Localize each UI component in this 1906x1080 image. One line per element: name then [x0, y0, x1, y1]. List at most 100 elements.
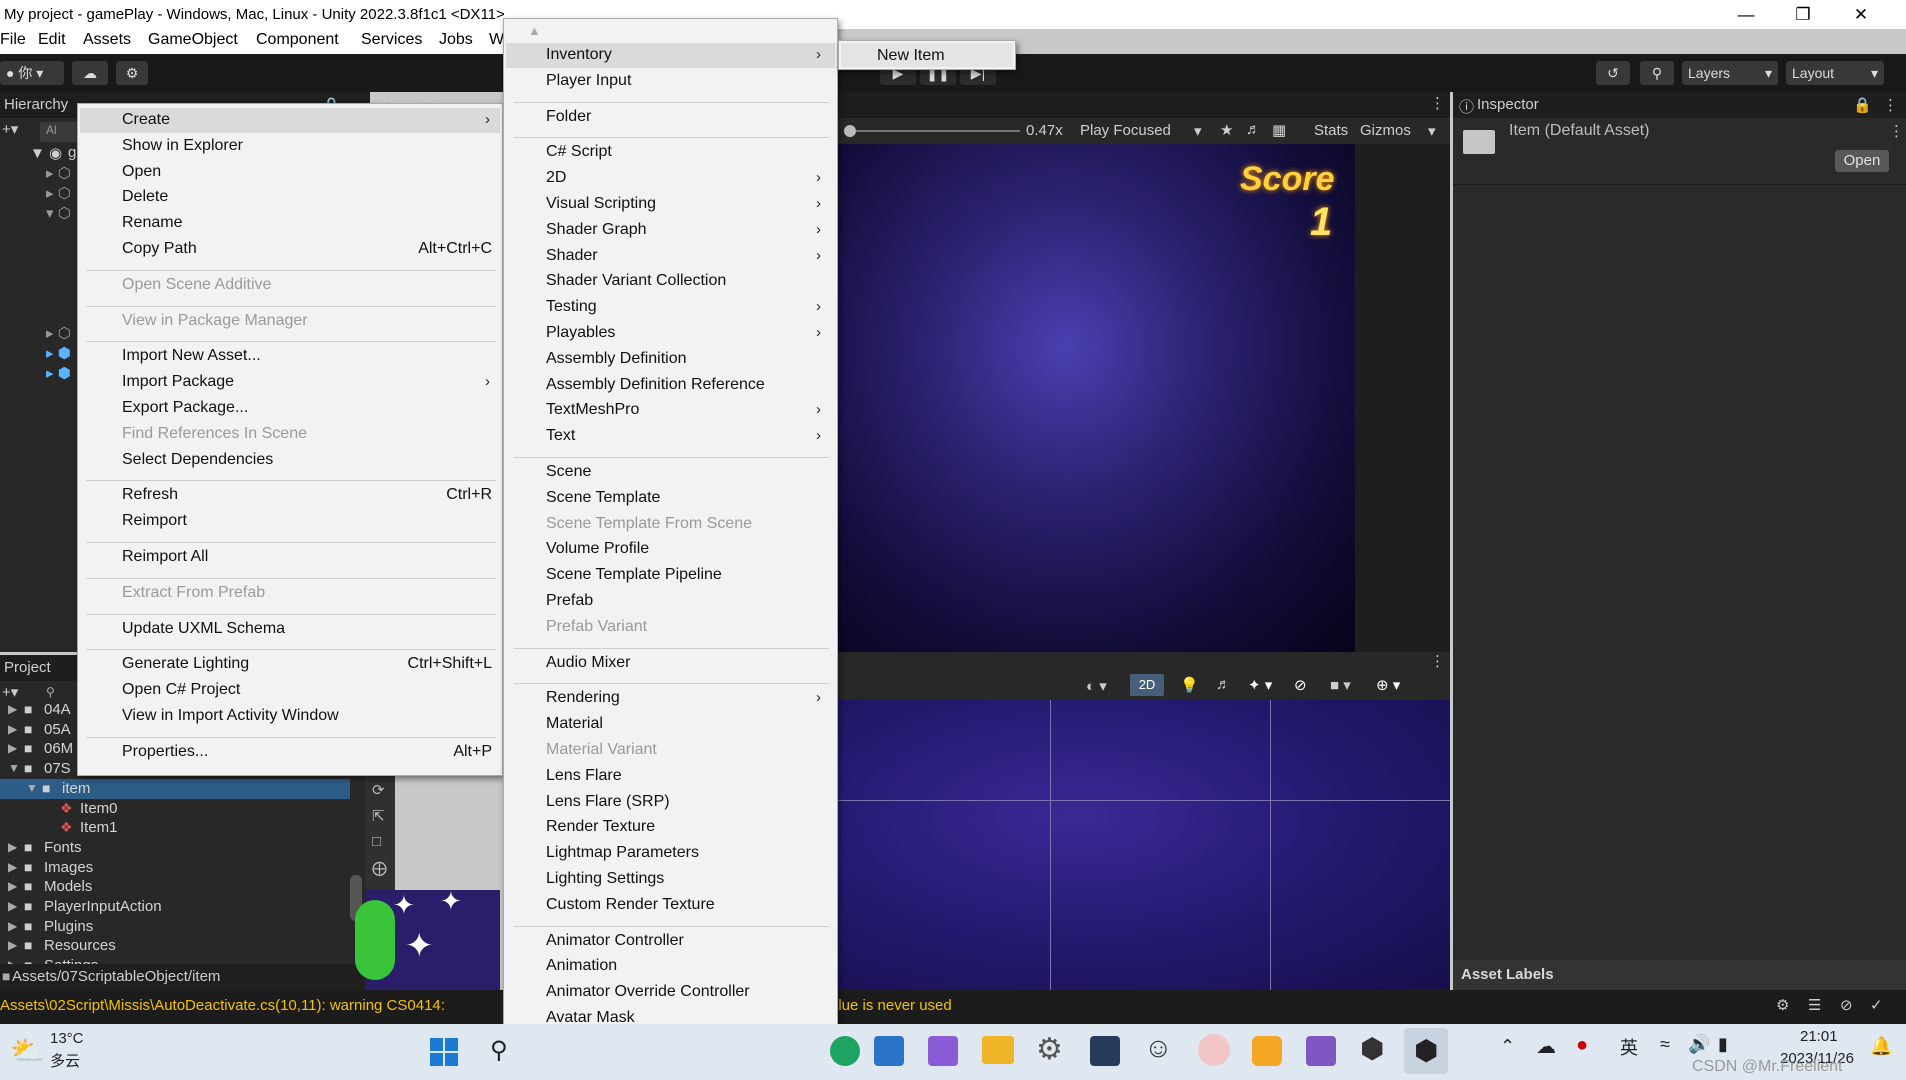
menu-item-shader[interactable]: Shader: [546, 247, 598, 265]
menu-item-import-package[interactable]: Import Package: [122, 373, 234, 391]
menu-item-delete[interactable]: Delete: [122, 188, 168, 206]
scroll-up-icon[interactable]: ▲: [528, 23, 541, 38]
console-status-bar[interactable]: Assets\02Script\Missis\AutoDeactivate.cs…: [0, 990, 1906, 1024]
menu-item-reimport[interactable]: Reimport: [122, 512, 187, 530]
menu-item-show-in-explorer[interactable]: Show in Explorer: [122, 137, 243, 155]
layout-dropdown[interactable]: Layout ▾: [1786, 61, 1884, 85]
more-icon[interactable]: ⋮: [1883, 96, 1898, 114]
expand-icon[interactable]: ▶: [8, 879, 17, 893]
menu-edit[interactable]: Edit: [38, 31, 66, 49]
menu-file[interactable]: File: [0, 31, 26, 49]
cache-icon[interactable]: ⊘: [1840, 996, 1853, 1014]
add-icon[interactable]: +▾: [2, 120, 18, 138]
menu-item-player-input[interactable]: Player Input: [546, 72, 631, 90]
menu-item-assembly-definition[interactable]: Assembly Definition: [546, 350, 687, 368]
alien-app-icon[interactable]: ☺: [1144, 1032, 1173, 1064]
menu-item-new-item[interactable]: New Item: [877, 47, 945, 65]
menu-item-scene-template-pipeline[interactable]: Scene Template Pipeline: [546, 566, 722, 584]
menu-item-animator-override-controller[interactable]: Animator Override Controller: [546, 983, 750, 1001]
hierarchy-tab[interactable]: Hierarchy: [4, 96, 68, 113]
gizmos-icon[interactable]: ⊕ ▾: [1376, 676, 1400, 694]
clock-time[interactable]: 21:01: [1800, 1028, 1838, 1045]
add-icon[interactable]: +▾: [2, 683, 18, 701]
menu-item-assembly-definition-reference[interactable]: Assembly Definition Reference: [546, 376, 765, 394]
menu-item-scene[interactable]: Scene: [546, 463, 591, 481]
expand-icon[interactable]: ▶: [8, 919, 17, 933]
debug-icon[interactable]: ⚙: [1776, 996, 1789, 1014]
project-tree-row[interactable]: ▶ ■ Fonts: [0, 838, 350, 858]
menu-jobs[interactable]: Jobs: [439, 31, 473, 49]
menu-item-scene-template[interactable]: Scene Template: [546, 489, 660, 507]
unity-hub-icon[interactable]: ⬢: [1360, 1032, 1384, 1065]
gameobject-icon[interactable]: ▸ ⬡: [46, 184, 71, 202]
scene-viewport[interactable]: [830, 700, 1450, 990]
camera-icon[interactable]: ■ ▾: [1330, 676, 1351, 694]
menu-item-open-c-project[interactable]: Open C# Project: [122, 681, 240, 699]
expand-icon[interactable]: ▶: [8, 899, 17, 913]
expand-icon[interactable]: ▼: [8, 761, 20, 775]
volume-icon[interactable]: 🔊: [1688, 1034, 1710, 1055]
audio-mute-icon[interactable]: ♬: [1216, 676, 1231, 693]
project-tree-row[interactable]: ▶ ■ Resources: [0, 936, 350, 956]
menu-component[interactable]: Component: [256, 31, 339, 49]
project-tab[interactable]: Project: [4, 659, 51, 676]
menu-item-select-dependencies[interactable]: Select Dependencies: [122, 451, 273, 469]
menu-item-rename[interactable]: Rename: [122, 214, 182, 232]
2d-toggle[interactable]: 2D: [1130, 674, 1164, 696]
hierarchy-root-label[interactable]: g: [68, 144, 76, 161]
menu-item-animation[interactable]: Animation: [546, 957, 617, 975]
more-icon[interactable]: ⋮: [1430, 652, 1445, 670]
windows-start-icon[interactable]: [430, 1038, 458, 1066]
menu-item-animator-controller[interactable]: Animator Controller: [546, 932, 684, 950]
visual-studio-icon[interactable]: [928, 1036, 958, 1066]
expand-icon[interactable]: ▼: [26, 781, 38, 795]
history-icon[interactable]: ↺: [1596, 61, 1630, 85]
expand-icon[interactable]: ▶: [8, 938, 17, 952]
lighting-icon[interactable]: 💡: [1180, 676, 1199, 694]
menu-item-properties[interactable]: Properties...: [122, 743, 208, 761]
qq-icon[interactable]: ●: [1576, 1034, 1588, 1057]
expand-icon[interactable]: ▶: [8, 741, 17, 755]
menu-item-2d[interactable]: 2D: [546, 169, 566, 187]
menu-item-material[interactable]: Material: [546, 715, 603, 733]
more-icon[interactable]: ⋮: [1430, 94, 1445, 112]
file-explorer-icon[interactable]: [982, 1036, 1014, 1064]
project-tree-row[interactable]: ▶ ■ Models: [0, 877, 350, 897]
scale-tool-icon[interactable]: ⇱: [372, 807, 385, 825]
menu-item-shader-variant-collection[interactable]: Shader Variant Collection: [546, 272, 726, 290]
menu-item-audio-mixer[interactable]: Audio Mixer: [546, 654, 630, 672]
battery-icon[interactable]: ▮: [1718, 1034, 1728, 1055]
search-icon[interactable]: ⚲: [490, 1036, 508, 1065]
ime-indicator[interactable]: 英: [1620, 1034, 1638, 1060]
inspector-tab[interactable]: Inspector: [1477, 96, 1539, 113]
menu-item-copy-path[interactable]: Copy Path: [122, 240, 197, 258]
notification-icon[interactable]: 🔔: [1870, 1036, 1892, 1057]
menu-item-shader-graph[interactable]: Shader Graph: [546, 221, 647, 239]
close-icon[interactable]: ✕: [1838, 2, 1884, 28]
search-icon[interactable]: ⚲: [46, 685, 55, 699]
progress-icon[interactable]: ☰: [1808, 996, 1821, 1014]
menu-item-lens-flare[interactable]: Lens Flare: [546, 767, 622, 785]
lock-icon[interactable]: 🔒: [1853, 96, 1872, 114]
layers-dropdown[interactable]: Layers ▾: [1682, 61, 1778, 85]
hierarchy-search-input[interactable]: Al: [40, 122, 80, 142]
expand-icon[interactable]: ▶: [8, 860, 17, 874]
menu-item-visual-scripting[interactable]: Visual Scripting: [546, 195, 656, 213]
menu-item-refresh[interactable]: Refresh: [122, 486, 178, 504]
gizmos-button[interactable]: Gizmos: [1360, 122, 1411, 139]
settings-icon[interactable]: ⚙: [116, 61, 148, 85]
audio-icon[interactable]: ♬: [1246, 121, 1261, 138]
more-icon[interactable]: ⋮: [1889, 122, 1904, 140]
stats-button[interactable]: Stats: [1314, 122, 1348, 139]
game-viewport[interactable]: Score 1: [830, 144, 1355, 652]
menu-item-view-in-import-activity-window[interactable]: View in Import Activity Window: [122, 707, 339, 725]
menu-item-import-new-asset[interactable]: Import New Asset...: [122, 347, 261, 365]
settings-icon[interactable]: ⚙: [1036, 1032, 1063, 1067]
menu-item-volume-profile[interactable]: Volume Profile: [546, 540, 649, 558]
menu-item-rendering[interactable]: Rendering: [546, 689, 620, 707]
menu-item-textmeshpro[interactable]: TextMeshPro: [546, 401, 639, 419]
media-player-icon[interactable]: [1252, 1036, 1282, 1066]
menu-item-generate-lighting[interactable]: Generate Lighting: [122, 655, 249, 673]
menu-item-lens-flare-srp[interactable]: Lens Flare (SRP): [546, 793, 670, 811]
project-tree-row[interactable]: ▼ ■ item: [0, 778, 350, 799]
